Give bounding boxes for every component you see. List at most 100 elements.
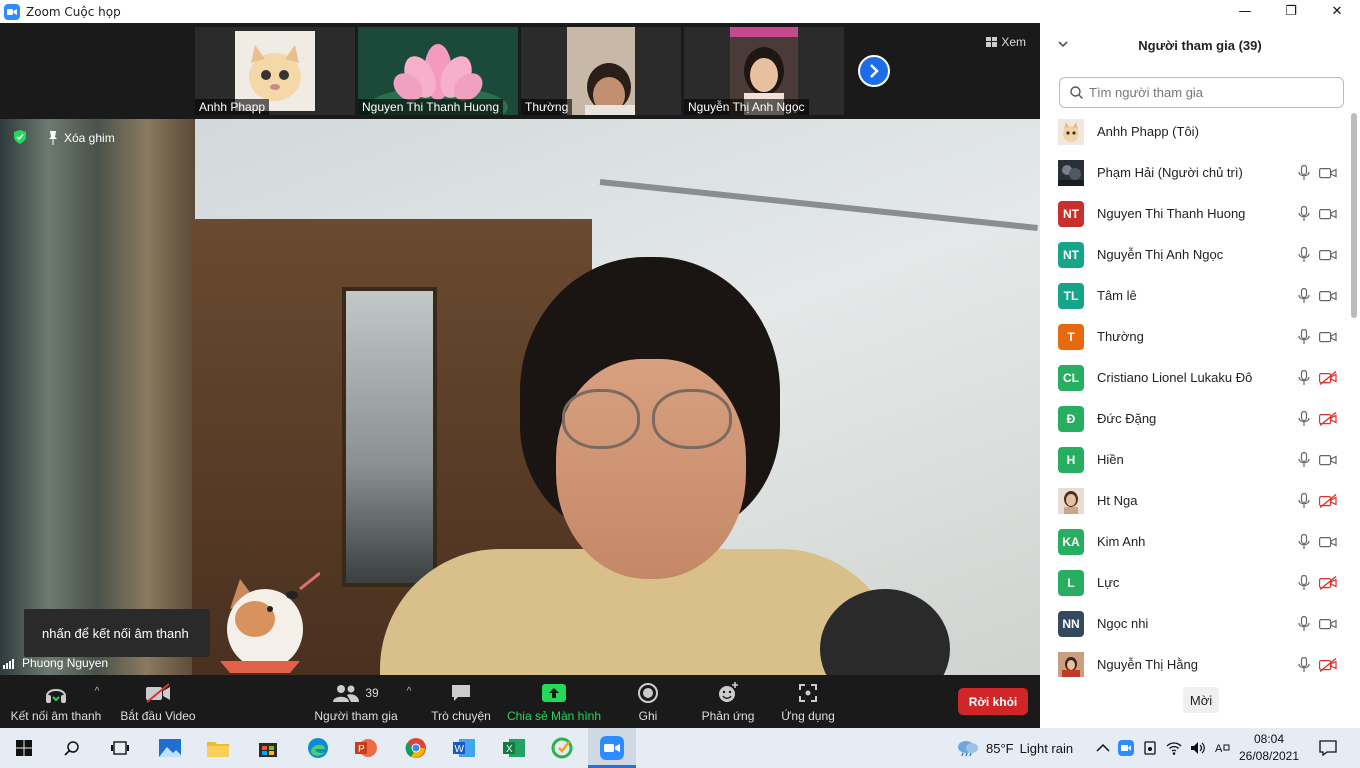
app-icon[interactable] <box>538 728 586 768</box>
thumbnail-name: Nguyễn Thị Anh Ngọc <box>684 99 809 115</box>
chevron-up-icon[interactable] <box>1096 743 1110 753</box>
search-icon[interactable] <box>48 728 96 768</box>
participant-row[interactable]: T Thường <box>1040 316 1350 357</box>
video-icon[interactable] <box>1319 289 1337 303</box>
microphone-icon[interactable] <box>1297 369 1311 386</box>
video-icon[interactable] <box>1319 617 1337 631</box>
participant-row[interactable]: Anhh Phapp (Tôi) <box>1040 111 1350 152</box>
device-icon[interactable] <box>1142 740 1158 756</box>
video-off-icon[interactable] <box>1319 493 1337 508</box>
invite-button[interactable]: Mời <box>1183 687 1219 713</box>
unpin-button[interactable]: Xóa ghim <box>48 131 115 145</box>
microphone-icon[interactable] <box>1297 451 1311 468</box>
avatar: CL <box>1058 364 1084 391</box>
microphone-icon[interactable] <box>1297 328 1311 345</box>
language-icon[interactable]: A <box>1214 740 1230 756</box>
next-page-button[interactable] <box>858 55 890 87</box>
microphone-icon[interactable] <box>1297 287 1311 304</box>
avatar <box>1058 159 1084 186</box>
start-video-button[interactable]: Bắt đầu Video <box>118 675 198 728</box>
chrome-icon[interactable] <box>392 728 440 768</box>
participant-row[interactable]: Đ Đức Đặng <box>1040 398 1350 439</box>
clock[interactable]: 08:04 26/08/2021 <box>1236 731 1302 765</box>
microphone-icon[interactable] <box>1297 205 1311 222</box>
participant-row[interactable]: Ht Nga <box>1040 480 1350 521</box>
record-button[interactable]: Ghi <box>620 675 676 728</box>
video-off-icon[interactable] <box>1319 370 1337 385</box>
close-button[interactable]: ✕ <box>1314 0 1360 23</box>
excel-icon[interactable]: X <box>490 728 538 768</box>
microphone-icon[interactable] <box>1297 164 1311 181</box>
shield-check-icon[interactable] <box>12 129 28 145</box>
apps-button[interactable]: Ứng dụng <box>776 675 840 728</box>
leave-button[interactable]: Rời khỏi <box>958 688 1028 715</box>
video-icon[interactable] <box>1319 166 1337 180</box>
edge-icon[interactable] <box>294 728 342 768</box>
zoom-icon[interactable] <box>588 728 636 768</box>
thumbnail-anh-ngoc[interactable]: Nguyễn Thị Anh Ngọc <box>684 27 844 115</box>
participants-button[interactable]: 39 Người tham gia <box>310 675 402 728</box>
participant-row[interactable]: Phạm Hải (Người chủ trì) <box>1040 152 1350 193</box>
participant-row[interactable]: NT Nguyễn Thị Anh Ngọc <box>1040 234 1350 275</box>
start-icon[interactable] <box>0 728 48 768</box>
powerpoint-icon[interactable]: P <box>342 728 390 768</box>
microphone-icon[interactable] <box>1297 656 1311 673</box>
avatar <box>1058 651 1084 677</box>
participant-search[interactable] <box>1059 77 1344 108</box>
photos-icon[interactable] <box>146 728 194 768</box>
file-explorer-icon[interactable] <box>194 728 242 768</box>
audio-options-caret[interactable]: ^ <box>90 665 104 718</box>
share-screen-button[interactable]: Chia sẻ Màn hình <box>504 675 604 728</box>
video-off-icon[interactable] <box>1319 657 1337 672</box>
minimize-button[interactable]: — <box>1222 0 1268 23</box>
avatar <box>1058 118 1084 145</box>
microphone-icon[interactable] <box>1297 574 1311 591</box>
task-view-icon[interactable] <box>96 728 144 768</box>
video-icon[interactable] <box>1319 453 1337 467</box>
participant-row[interactable]: TL Tâm lê <box>1040 275 1350 316</box>
view-button[interactable]: Xem <box>986 35 1026 49</box>
video-icon[interactable] <box>1319 248 1337 262</box>
avatar: TL <box>1058 282 1084 309</box>
speaker-icon[interactable] <box>1190 740 1206 756</box>
video-icon[interactable] <box>1319 330 1337 344</box>
microphone-icon[interactable] <box>1297 410 1311 427</box>
notification-icon[interactable] <box>1304 728 1352 768</box>
participant-row[interactable]: Nguyễn Thị Hằng <box>1040 644 1350 677</box>
connect-audio-tooltip[interactable]: nhấn để kết nối âm thanh <box>24 609 210 657</box>
participant-row[interactable]: KA Kim Anh <box>1040 521 1350 562</box>
chat-button[interactable]: Trò chuyện <box>426 675 496 728</box>
video-icon[interactable] <box>1319 535 1337 549</box>
maximize-button[interactable]: ❐ <box>1268 0 1314 23</box>
panel-scrollbar[interactable] <box>1350 111 1358 677</box>
microphone-icon[interactable] <box>1297 533 1311 550</box>
participant-row[interactable]: H Hiền <box>1040 439 1350 480</box>
participant-row[interactable]: L Lực <box>1040 562 1350 603</box>
participant-name: Đức Đặng <box>1097 411 1157 426</box>
thumbnail-thanh-huong[interactable]: Nguyen Thi Thanh Huong <box>358 27 518 115</box>
microphone-icon[interactable] <box>1297 492 1311 509</box>
thumbnail-anhh-phapp[interactable]: Anhh Phapp <box>195 27 355 115</box>
weather-widget[interactable]: 85°F Light rain <box>956 728 1073 768</box>
thumbnail-thuong[interactable]: Thường <box>521 27 681 115</box>
search-input[interactable] <box>1089 85 1329 100</box>
video-off-icon[interactable] <box>1319 575 1337 590</box>
wifi-icon[interactable] <box>1166 740 1182 756</box>
svg-text:W: W <box>455 744 465 755</box>
zoom-tray-icon[interactable] <box>1118 740 1134 756</box>
microphone-icon[interactable] <box>1297 615 1311 632</box>
word-icon[interactable]: W <box>440 728 488 768</box>
participants-options-caret[interactable]: ^ <box>402 665 416 718</box>
participant-row[interactable]: NN Ngọc nhi <box>1040 603 1350 644</box>
video-icon[interactable] <box>1319 207 1337 221</box>
store-icon[interactable] <box>244 728 292 768</box>
participants-count: 39 <box>365 685 379 700</box>
participant-row[interactable]: NT Nguyen Thi Thanh Huong <box>1040 193 1350 234</box>
smiley-plus-icon <box>719 681 738 702</box>
reactions-button[interactable]: Phản ứng <box>696 675 760 728</box>
microphone-icon[interactable] <box>1297 246 1311 263</box>
participant-row[interactable]: CL Cristiano Lionel Lukaku Đô <box>1040 357 1350 398</box>
participant-name: Phạm Hải (Người chủ trì) <box>1097 165 1243 180</box>
video-off-icon[interactable] <box>1319 411 1337 426</box>
svg-text:X: X <box>506 744 513 755</box>
